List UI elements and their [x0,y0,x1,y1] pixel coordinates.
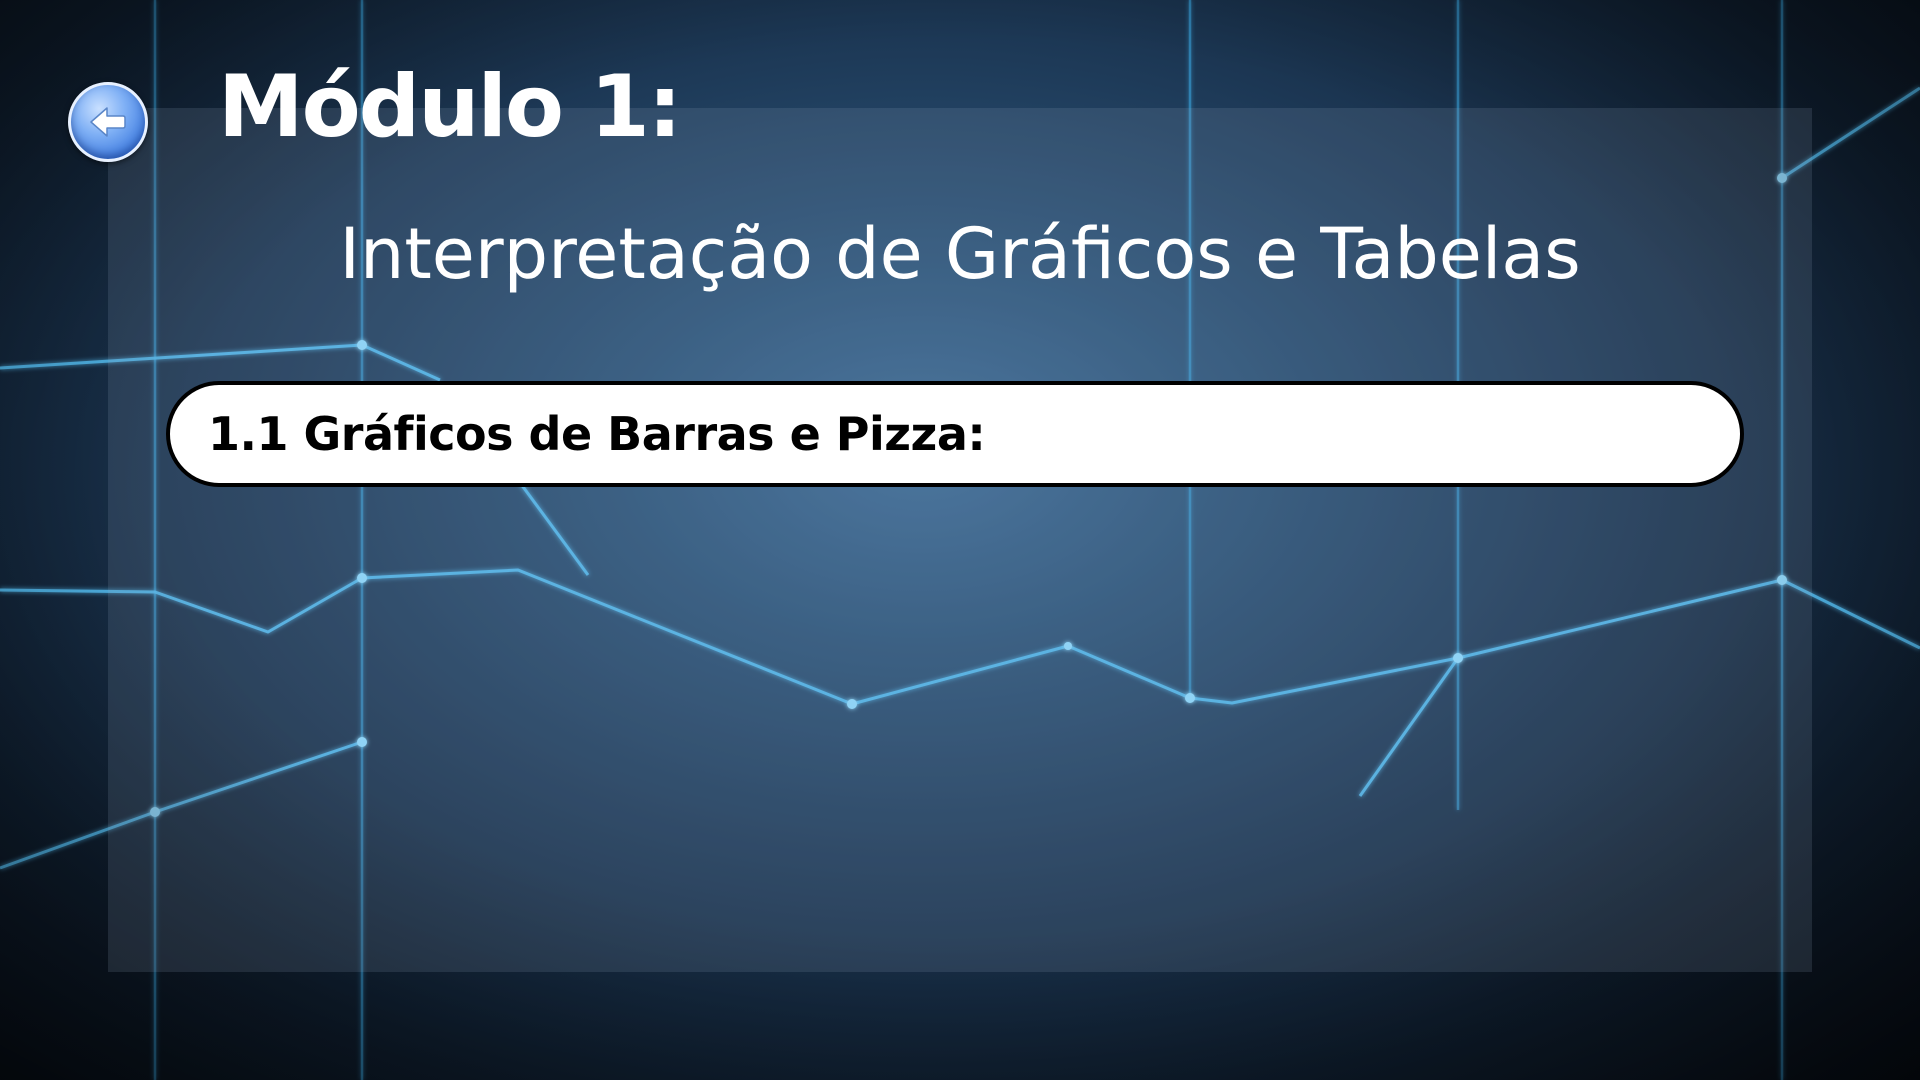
back-arrow-icon [90,107,126,137]
slide-stage: Módulo 1: Interpretação de Gráficos e Ta… [0,0,1920,1080]
section-button[interactable]: 1.1 Gráficos de Barras e Pizza: [166,381,1744,487]
back-button[interactable] [68,82,148,162]
module-subtitle: Interpretação de Gráficos e Tabelas [339,213,1581,295]
section-label: 1.1 Gráficos de Barras e Pizza: [208,407,986,461]
module-title: Módulo 1: [218,57,682,157]
